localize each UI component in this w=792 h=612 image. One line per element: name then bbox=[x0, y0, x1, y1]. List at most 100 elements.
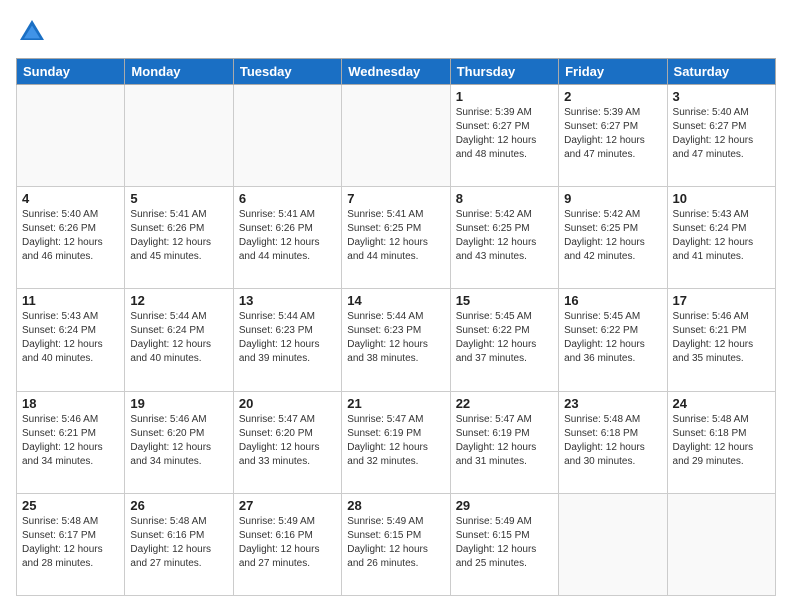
calendar-cell: 15 Sunrise: 5:45 AM Sunset: 6:22 PM Dayli… bbox=[450, 289, 558, 391]
day-info: Sunrise: 5:48 AM Sunset: 6:17 PM Dayligh… bbox=[22, 515, 119, 571]
day-number: 6 bbox=[239, 191, 336, 206]
day-info: Sunrise: 5:46 AM Sunset: 6:20 PM Dayligh… bbox=[130, 413, 227, 469]
logo bbox=[16, 16, 52, 48]
weekday-thursday: Thursday bbox=[450, 59, 558, 85]
day-info: Sunrise: 5:48 AM Sunset: 6:18 PM Dayligh… bbox=[564, 413, 661, 469]
calendar-cell: 7 Sunrise: 5:41 AM Sunset: 6:25 PM Daylig… bbox=[342, 187, 450, 289]
weekday-wednesday: Wednesday bbox=[342, 59, 450, 85]
page: SundayMondayTuesdayWednesdayThursdayFrid… bbox=[0, 0, 792, 612]
day-info: Sunrise: 5:42 AM Sunset: 6:25 PM Dayligh… bbox=[456, 208, 553, 264]
day-number: 29 bbox=[456, 498, 553, 513]
day-number: 27 bbox=[239, 498, 336, 513]
calendar-cell: 22 Sunrise: 5:47 AM Sunset: 6:19 PM Dayli… bbox=[450, 391, 558, 493]
weekday-tuesday: Tuesday bbox=[233, 59, 341, 85]
calendar-cell: 23 Sunrise: 5:48 AM Sunset: 6:18 PM Dayli… bbox=[559, 391, 667, 493]
day-number: 2 bbox=[564, 89, 661, 104]
calendar-cell: 29 Sunrise: 5:49 AM Sunset: 6:15 PM Dayli… bbox=[450, 493, 558, 595]
day-info: Sunrise: 5:47 AM Sunset: 6:20 PM Dayligh… bbox=[239, 413, 336, 469]
day-number: 10 bbox=[673, 191, 770, 206]
day-info: Sunrise: 5:39 AM Sunset: 6:27 PM Dayligh… bbox=[456, 106, 553, 162]
day-number: 18 bbox=[22, 396, 119, 411]
day-number: 3 bbox=[673, 89, 770, 104]
day-number: 26 bbox=[130, 498, 227, 513]
day-number: 19 bbox=[130, 396, 227, 411]
day-info: Sunrise: 5:47 AM Sunset: 6:19 PM Dayligh… bbox=[347, 413, 444, 469]
calendar-cell: 8 Sunrise: 5:42 AM Sunset: 6:25 PM Daylig… bbox=[450, 187, 558, 289]
day-info: Sunrise: 5:49 AM Sunset: 6:16 PM Dayligh… bbox=[239, 515, 336, 571]
calendar-cell: 12 Sunrise: 5:44 AM Sunset: 6:24 PM Dayli… bbox=[125, 289, 233, 391]
calendar: SundayMondayTuesdayWednesdayThursdayFrid… bbox=[16, 58, 776, 596]
weekday-header-row: SundayMondayTuesdayWednesdayThursdayFrid… bbox=[17, 59, 776, 85]
day-info: Sunrise: 5:45 AM Sunset: 6:22 PM Dayligh… bbox=[456, 310, 553, 366]
day-info: Sunrise: 5:41 AM Sunset: 6:25 PM Dayligh… bbox=[347, 208, 444, 264]
calendar-cell: 9 Sunrise: 5:42 AM Sunset: 6:25 PM Daylig… bbox=[559, 187, 667, 289]
day-number: 22 bbox=[456, 396, 553, 411]
week-row-1: 4 Sunrise: 5:40 AM Sunset: 6:26 PM Daylig… bbox=[17, 187, 776, 289]
weekday-friday: Friday bbox=[559, 59, 667, 85]
day-info: Sunrise: 5:48 AM Sunset: 6:18 PM Dayligh… bbox=[673, 413, 770, 469]
day-info: Sunrise: 5:41 AM Sunset: 6:26 PM Dayligh… bbox=[239, 208, 336, 264]
week-row-0: 1Sunrise: 5:39 AM Sunset: 6:27 PM Daylig… bbox=[17, 85, 776, 187]
calendar-cell: 19 Sunrise: 5:46 AM Sunset: 6:20 PM Dayli… bbox=[125, 391, 233, 493]
calendar-cell: 26 Sunrise: 5:48 AM Sunset: 6:16 PM Dayli… bbox=[125, 493, 233, 595]
day-number: 12 bbox=[130, 293, 227, 308]
day-info: Sunrise: 5:39 AM Sunset: 6:27 PM Dayligh… bbox=[564, 106, 661, 162]
day-number: 17 bbox=[673, 293, 770, 308]
calendar-cell: 20 Sunrise: 5:47 AM Sunset: 6:20 PM Dayli… bbox=[233, 391, 341, 493]
day-info: Sunrise: 5:47 AM Sunset: 6:19 PM Dayligh… bbox=[456, 413, 553, 469]
week-row-2: 11Sunrise: 5:43 AM Sunset: 6:24 PM Dayli… bbox=[17, 289, 776, 391]
week-row-4: 25 Sunrise: 5:48 AM Sunset: 6:17 PM Dayli… bbox=[17, 493, 776, 595]
calendar-cell: 17 Sunrise: 5:46 AM Sunset: 6:21 PM Dayli… bbox=[667, 289, 775, 391]
calendar-cell: 28Sunrise: 5:49 AM Sunset: 6:15 PM Dayli… bbox=[342, 493, 450, 595]
calendar-cell: 25 Sunrise: 5:48 AM Sunset: 6:17 PM Dayli… bbox=[17, 493, 125, 595]
day-info: Sunrise: 5:49 AM Sunset: 6:15 PM Dayligh… bbox=[456, 515, 553, 571]
day-number: 9 bbox=[564, 191, 661, 206]
calendar-cell: 10Sunrise: 5:43 AM Sunset: 6:24 PM Dayli… bbox=[667, 187, 775, 289]
calendar-cell: 3 Sunrise: 5:40 AM Sunset: 6:27 PM Daylig… bbox=[667, 85, 775, 187]
day-number: 5 bbox=[130, 191, 227, 206]
calendar-cell bbox=[342, 85, 450, 187]
calendar-cell: 2 Sunrise: 5:39 AM Sunset: 6:27 PM Daylig… bbox=[559, 85, 667, 187]
calendar-cell: 16Sunrise: 5:45 AM Sunset: 6:22 PM Dayli… bbox=[559, 289, 667, 391]
week-row-3: 18 Sunrise: 5:46 AM Sunset: 6:21 PM Dayli… bbox=[17, 391, 776, 493]
weekday-sunday: Sunday bbox=[17, 59, 125, 85]
day-info: Sunrise: 5:44 AM Sunset: 6:24 PM Dayligh… bbox=[130, 310, 227, 366]
day-number: 20 bbox=[239, 396, 336, 411]
calendar-cell bbox=[233, 85, 341, 187]
calendar-cell bbox=[667, 493, 775, 595]
day-info: Sunrise: 5:46 AM Sunset: 6:21 PM Dayligh… bbox=[22, 413, 119, 469]
weekday-saturday: Saturday bbox=[667, 59, 775, 85]
calendar-cell: 18 Sunrise: 5:46 AM Sunset: 6:21 PM Dayli… bbox=[17, 391, 125, 493]
day-info: Sunrise: 5:40 AM Sunset: 6:26 PM Dayligh… bbox=[22, 208, 119, 264]
day-number: 24 bbox=[673, 396, 770, 411]
header bbox=[16, 16, 776, 48]
day-number: 23 bbox=[564, 396, 661, 411]
calendar-cell: 13 Sunrise: 5:44 AM Sunset: 6:23 PM Dayli… bbox=[233, 289, 341, 391]
day-number: 7 bbox=[347, 191, 444, 206]
calendar-cell: 1Sunrise: 5:39 AM Sunset: 6:27 PM Daylig… bbox=[450, 85, 558, 187]
day-info: Sunrise: 5:44 AM Sunset: 6:23 PM Dayligh… bbox=[239, 310, 336, 366]
logo-icon bbox=[16, 16, 48, 48]
day-info: Sunrise: 5:46 AM Sunset: 6:21 PM Dayligh… bbox=[673, 310, 770, 366]
day-number: 25 bbox=[22, 498, 119, 513]
day-number: 15 bbox=[456, 293, 553, 308]
day-number: 13 bbox=[239, 293, 336, 308]
calendar-cell: 27 Sunrise: 5:49 AM Sunset: 6:16 PM Dayli… bbox=[233, 493, 341, 595]
day-number: 16 bbox=[564, 293, 661, 308]
calendar-cell: 14Sunrise: 5:44 AM Sunset: 6:23 PM Dayli… bbox=[342, 289, 450, 391]
day-number: 14 bbox=[347, 293, 444, 308]
day-info: Sunrise: 5:42 AM Sunset: 6:25 PM Dayligh… bbox=[564, 208, 661, 264]
day-number: 8 bbox=[456, 191, 553, 206]
day-number: 4 bbox=[22, 191, 119, 206]
day-info: Sunrise: 5:40 AM Sunset: 6:27 PM Dayligh… bbox=[673, 106, 770, 162]
day-info: Sunrise: 5:48 AM Sunset: 6:16 PM Dayligh… bbox=[130, 515, 227, 571]
calendar-cell: 21 Sunrise: 5:47 AM Sunset: 6:19 PM Dayli… bbox=[342, 391, 450, 493]
day-info: Sunrise: 5:41 AM Sunset: 6:26 PM Dayligh… bbox=[130, 208, 227, 264]
calendar-cell: 24 Sunrise: 5:48 AM Sunset: 6:18 PM Dayli… bbox=[667, 391, 775, 493]
calendar-cell: 11Sunrise: 5:43 AM Sunset: 6:24 PM Dayli… bbox=[17, 289, 125, 391]
calendar-cell bbox=[17, 85, 125, 187]
weekday-monday: Monday bbox=[125, 59, 233, 85]
day-number: 11 bbox=[22, 293, 119, 308]
calendar-cell: 6 Sunrise: 5:41 AM Sunset: 6:26 PM Daylig… bbox=[233, 187, 341, 289]
day-number: 21 bbox=[347, 396, 444, 411]
